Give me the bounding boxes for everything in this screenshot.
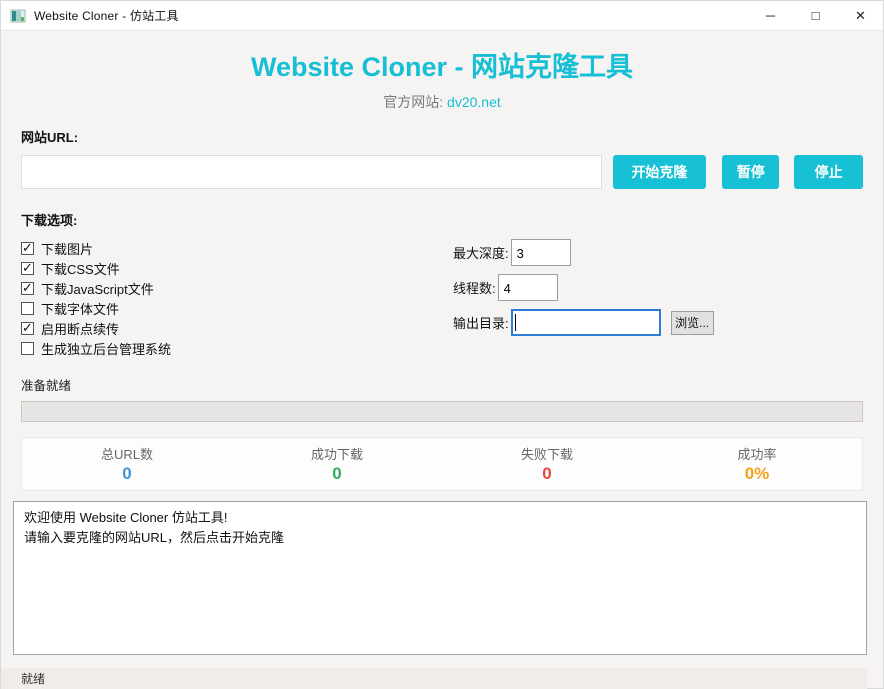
stat-label: 成功率 (652, 444, 862, 463)
output-dir-label: 输出目录: (453, 313, 509, 332)
checkbox-download-fonts[interactable]: 下载字体文件 (21, 298, 453, 318)
checkbox-download-css[interactable]: 下载CSS文件 (21, 258, 453, 278)
output-dir-input[interactable] (511, 309, 661, 336)
stat-value: 0 (232, 464, 442, 484)
checkbox-label: 生成独立后台管理系统 (41, 339, 171, 358)
stat-value: 0% (652, 464, 862, 484)
close-icon[interactable]: ✕ (838, 1, 883, 30)
stat-label: 失败下载 (442, 444, 652, 463)
checkbox-list: 下载图片 下载CSS文件 下载JavaScript文件 下载字体文件 启用断点续… (21, 238, 453, 358)
main-content: Website Cloner - 网站克隆工具 官方网站: dv20.net 网… (1, 51, 883, 655)
checkbox-label: 启用断点续传 (41, 319, 119, 338)
checkbox-enable-resume[interactable]: 启用断点续传 (21, 318, 453, 338)
checkbox-label: 下载JavaScript文件 (41, 279, 154, 298)
stat-total-urls: 总URL数 0 (22, 444, 232, 484)
stop-button[interactable]: 停止 (794, 155, 863, 189)
log-line: 请输入要克隆的网站URL，然后点击开始克隆 (24, 528, 856, 548)
status-bar-text: 就绪 (1, 670, 45, 687)
checkbox-icon[interactable] (21, 242, 34, 255)
title-bar: Website Cloner - 仿站工具 ─ □ ✕ (1, 1, 883, 31)
checkbox-icon[interactable] (21, 282, 34, 295)
download-options-label: 下载选项: (21, 210, 863, 229)
checkbox-icon[interactable] (21, 302, 34, 315)
checkbox-generate-admin-system[interactable]: 生成独立后台管理系统 (21, 338, 453, 358)
max-depth-row: 最大深度: (453, 239, 714, 266)
progress-status-text: 准备就绪 (21, 375, 863, 394)
stat-success-rate: 成功率 0% (652, 444, 862, 484)
checkbox-label: 下载CSS文件 (41, 259, 120, 278)
official-site-label: 官方网站: (383, 94, 447, 110)
stat-value: 0 (22, 464, 232, 484)
output-dir-row: 输出目录: 浏览... (453, 309, 714, 336)
subtitle: 官方网站: dv20.net (21, 92, 863, 112)
stat-label: 总URL数 (22, 444, 232, 463)
checkbox-download-images[interactable]: 下载图片 (21, 238, 453, 258)
url-label: 网站URL: (21, 127, 863, 146)
output-dir-input-wrap (511, 309, 661, 336)
log-line: 欢迎使用 Website Cloner 仿站工具! (24, 508, 856, 528)
app-icon (10, 8, 26, 24)
minimize-icon[interactable]: ─ (748, 1, 793, 30)
stats-panel: 总URL数 0 成功下载 0 失败下载 0 成功率 0% (21, 437, 863, 491)
threads-input[interactable] (498, 274, 558, 301)
pause-button[interactable]: 暂停 (722, 155, 779, 189)
stat-success-downloads: 成功下载 0 (232, 444, 442, 484)
window-title: Website Cloner - 仿站工具 (34, 7, 179, 24)
status-bar: 就绪 (1, 668, 867, 689)
checkbox-icon[interactable] (21, 262, 34, 275)
text-caret (515, 314, 516, 331)
url-row: 开始克隆 暂停 停止 (21, 155, 863, 189)
max-depth-label: 最大深度: (453, 243, 509, 262)
checkbox-label: 下载字体文件 (41, 299, 119, 318)
progress-bar (21, 401, 863, 422)
browse-button[interactable]: 浏览... (671, 311, 714, 335)
window-controls: ─ □ ✕ (748, 1, 883, 30)
threads-label: 线程数: (453, 278, 496, 297)
maximize-icon[interactable]: □ (793, 1, 838, 30)
stat-label: 成功下载 (232, 444, 442, 463)
stat-value: 0 (442, 464, 652, 484)
options-section: 下载图片 下载CSS文件 下载JavaScript文件 下载字体文件 启用断点续… (21, 238, 863, 358)
stat-failed-downloads: 失败下载 0 (442, 444, 652, 484)
threads-row: 线程数: (453, 274, 714, 301)
app-window: Website Cloner - 仿站工具 ─ □ ✕ Website Clon… (0, 0, 884, 689)
checkbox-label: 下载图片 (41, 239, 93, 258)
max-depth-input[interactable] (511, 239, 571, 266)
page-title: Website Cloner - 网站克隆工具 (21, 51, 863, 83)
settings-column: 最大深度: 线程数: 输出目录: 浏览... (453, 238, 714, 358)
checkbox-icon[interactable] (21, 342, 34, 355)
checkbox-download-javascript[interactable]: 下载JavaScript文件 (21, 278, 453, 298)
website-url-input[interactable] (21, 155, 602, 189)
log-output[interactable]: 欢迎使用 Website Cloner 仿站工具! 请输入要克隆的网站URL，然… (13, 501, 867, 655)
checkbox-icon[interactable] (21, 322, 34, 335)
official-site-link[interactable]: dv20.net (447, 94, 501, 110)
start-clone-button[interactable]: 开始克隆 (613, 155, 707, 189)
